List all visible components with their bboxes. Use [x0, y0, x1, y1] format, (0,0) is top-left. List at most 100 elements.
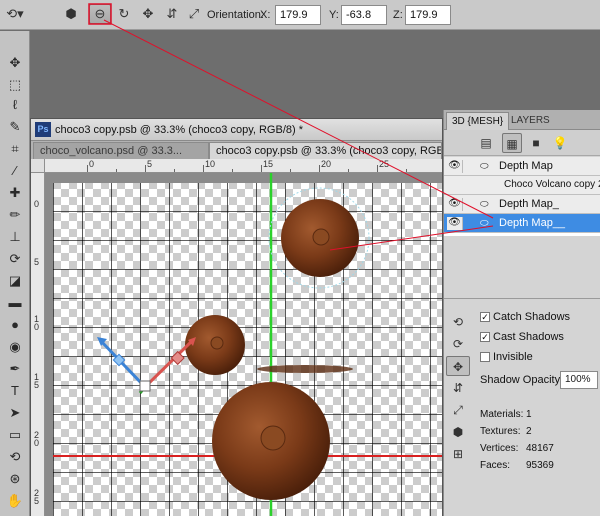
document-window: Ps choco3 copy.psb @ 33.3% (choco3 copy,…	[30, 118, 443, 516]
marquee-tool-icon[interactable]: ⬚	[3, 75, 27, 95]
mesh-list: 👁 ⬭ Depth Map Choco Volcano copy 2 👁 ⬭ D…	[444, 157, 600, 236]
z-orientation-field[interactable]: 179.9	[405, 5, 451, 25]
ruler-label: 0	[34, 199, 40, 209]
mesh-icon: ⬭	[480, 218, 489, 229]
list-item[interactable]: 👁 ⬭ Depth Map	[444, 157, 600, 176]
ruler-label: 2 5	[34, 488, 40, 506]
shape-tool-icon[interactable]: ▭	[3, 425, 27, 445]
list-item[interactable]: Choco Volcano copy 2	[444, 176, 600, 195]
y-orientation-field[interactable]: -63.8	[341, 5, 387, 25]
options-bar: ⟲▾ ⬢ ⊖ ↻ ✥ ⇵ ⤢ Orientation: X: 179.9 Y: …	[0, 0, 600, 30]
catch-shadows-checkbox[interactable]: ✓	[480, 312, 490, 322]
ruler-label: 5	[34, 257, 40, 267]
drag-3d-object-icon[interactable]: ✥	[137, 4, 159, 24]
cast-shadows-label: Cast Shadows	[493, 331, 564, 343]
ruler-label: 5	[147, 159, 153, 169]
ruler-label: 20	[321, 159, 332, 169]
document-canvas[interactable]	[45, 173, 442, 516]
z-label: Z:	[393, 9, 403, 21]
document-title-bar[interactable]: Ps choco3 copy.psb @ 33.3% (choco3 copy,…	[31, 119, 442, 141]
slide-3d-object-icon[interactable]: ⇵	[161, 4, 183, 24]
mesh-scale-icon[interactable]: ⤢	[446, 400, 470, 420]
mesh-rotate-icon[interactable]: ⟲	[446, 312, 470, 332]
orientation-label: Orientation:	[207, 9, 264, 21]
y-label: Y:	[329, 9, 339, 21]
ruler-label: 0	[89, 159, 95, 169]
tool-preset-icon[interactable]: ⟲▾	[4, 4, 26, 24]
textures-value: 2	[526, 426, 532, 437]
toggle-3d-extras-icon[interactable]: ⬢	[446, 422, 470, 442]
dodge-tool-icon[interactable]: ◉	[3, 337, 27, 357]
panel-filter-bar: ▤ ▦ ■ 💡	[444, 130, 600, 156]
blur-tool-icon[interactable]: ●	[3, 315, 27, 335]
return-to-initial-position-icon[interactable]: ⬢	[60, 4, 82, 24]
ruler-label: 2 0	[34, 430, 40, 448]
eyedropper-tool-icon[interactable]: ⁄	[3, 161, 27, 181]
tab-3d-mesh[interactable]: 3D {MESH}	[446, 112, 510, 130]
tools-panel: ✥ ⬚ ℓ ✎ ⌗ ⁄ ✚ ✏ ⊥ ⟳ ◪ ▬ ● ◉ ✒ T ➤ ▭ ⟲ ⊛ …	[0, 31, 30, 516]
path-select-tool-icon[interactable]: ➤	[3, 403, 27, 423]
list-item-selected[interactable]: 👁 ⬭ Depth Map__	[444, 214, 600, 233]
lasso-tool-icon[interactable]: ℓ	[3, 95, 27, 115]
crop-tool-icon[interactable]: ⌗	[3, 139, 27, 159]
materials-label: Materials:	[480, 409, 524, 420]
ruler-label: 1 5	[34, 372, 40, 390]
horizontal-ruler[interactable]: 0 5 10 15 20 25	[45, 159, 442, 173]
pen-tool-icon[interactable]: ✒	[3, 359, 27, 379]
photoshop-icon: Ps	[35, 122, 51, 137]
mesh-label: Depth Map	[499, 160, 553, 172]
scale-3d-object-icon[interactable]: ⤢	[183, 4, 205, 24]
tab-label: 3D {MESH}	[452, 116, 504, 127]
scene-filter-icon[interactable]: ▤	[476, 133, 496, 153]
tab-label: LAYERS	[511, 115, 550, 126]
document-title: choco3 copy.psb @ 33.3% (choco3 copy, RG…	[55, 124, 303, 136]
textures-label: Textures:	[480, 426, 521, 437]
visibility-eye-icon[interactable]: 👁	[447, 160, 463, 173]
tab-choco3-copy[interactable]: choco3 copy.psb @ 33.3% (choco3 copy, RG…	[209, 142, 442, 159]
eraser-tool-icon[interactable]: ◪	[3, 271, 27, 291]
mesh-filter-icon[interactable]: ▦	[502, 133, 522, 153]
catch-shadows-label: Catch Shadows	[493, 311, 571, 323]
clone-stamp-tool-icon[interactable]: ⊥	[3, 227, 27, 247]
roll-3d-object-icon[interactable]: ↻	[113, 4, 135, 24]
vertical-ruler[interactable]: 0 5 1 0 1 5 2 0 2 5	[31, 159, 45, 516]
3d-orbit-tool-icon[interactable]: ⊛	[3, 469, 27, 489]
mesh-icon: ⬭	[480, 161, 489, 172]
tab-layers[interactable]: LAYERS	[506, 112, 555, 130]
mesh-roll-icon[interactable]: ⟳	[446, 334, 470, 354]
history-brush-tool-icon[interactable]: ⟳	[3, 249, 27, 269]
hand-tool-icon[interactable]: ✋	[3, 491, 27, 511]
tab-choco-volcano[interactable]: choco_volcano.psd @ 33.3...	[33, 142, 209, 159]
mesh-label: Depth Map_	[499, 198, 559, 210]
move-tool-icon[interactable]: ✥	[3, 53, 27, 73]
ruler-origin[interactable]	[31, 159, 45, 173]
gradient-tool-icon[interactable]: ▬	[3, 293, 27, 313]
panel-divider	[444, 298, 600, 299]
list-item[interactable]: 👁 ⬭ Depth Map_	[444, 195, 600, 214]
type-tool-icon[interactable]: T	[3, 381, 27, 401]
mesh-label: Depth Map__	[499, 217, 566, 229]
light-filter-icon[interactable]: 💡	[550, 133, 570, 153]
quick-select-tool-icon[interactable]: ✎	[3, 117, 27, 137]
3d-rotate-tool-icon[interactable]: ⟲	[3, 447, 27, 467]
ruler-label: 25	[379, 159, 390, 169]
material-filter-icon[interactable]: ■	[526, 133, 546, 153]
document-tabs: choco_volcano.psd @ 33.3... choco3 copy.…	[31, 141, 442, 159]
x-orientation-field[interactable]: 179.9	[275, 5, 321, 25]
rotate-3d-object-icon[interactable]: ⊖	[89, 4, 111, 24]
mesh-slide-icon[interactable]: ⇵	[446, 378, 470, 398]
materials-value: 1	[526, 409, 532, 420]
render-icon[interactable]: ⊞	[446, 444, 470, 464]
visibility-eye-icon[interactable]: 👁	[447, 217, 463, 230]
shadow-opacity-field[interactable]: 100%	[560, 371, 598, 389]
faces-value: 95369	[526, 460, 554, 471]
visibility-eye-icon[interactable]: 👁	[447, 198, 463, 211]
x-label: X:	[260, 9, 271, 21]
mesh-drag-icon[interactable]: ✥	[446, 356, 470, 376]
healing-brush-tool-icon[interactable]: ✚	[3, 183, 27, 203]
ruler-label: 10	[205, 159, 216, 169]
invisible-checkbox[interactable]	[480, 352, 490, 362]
brush-tool-icon[interactable]: ✏	[3, 205, 27, 225]
cast-shadows-checkbox[interactable]: ✓	[480, 332, 490, 342]
mesh-icon: ⬭	[480, 199, 489, 210]
